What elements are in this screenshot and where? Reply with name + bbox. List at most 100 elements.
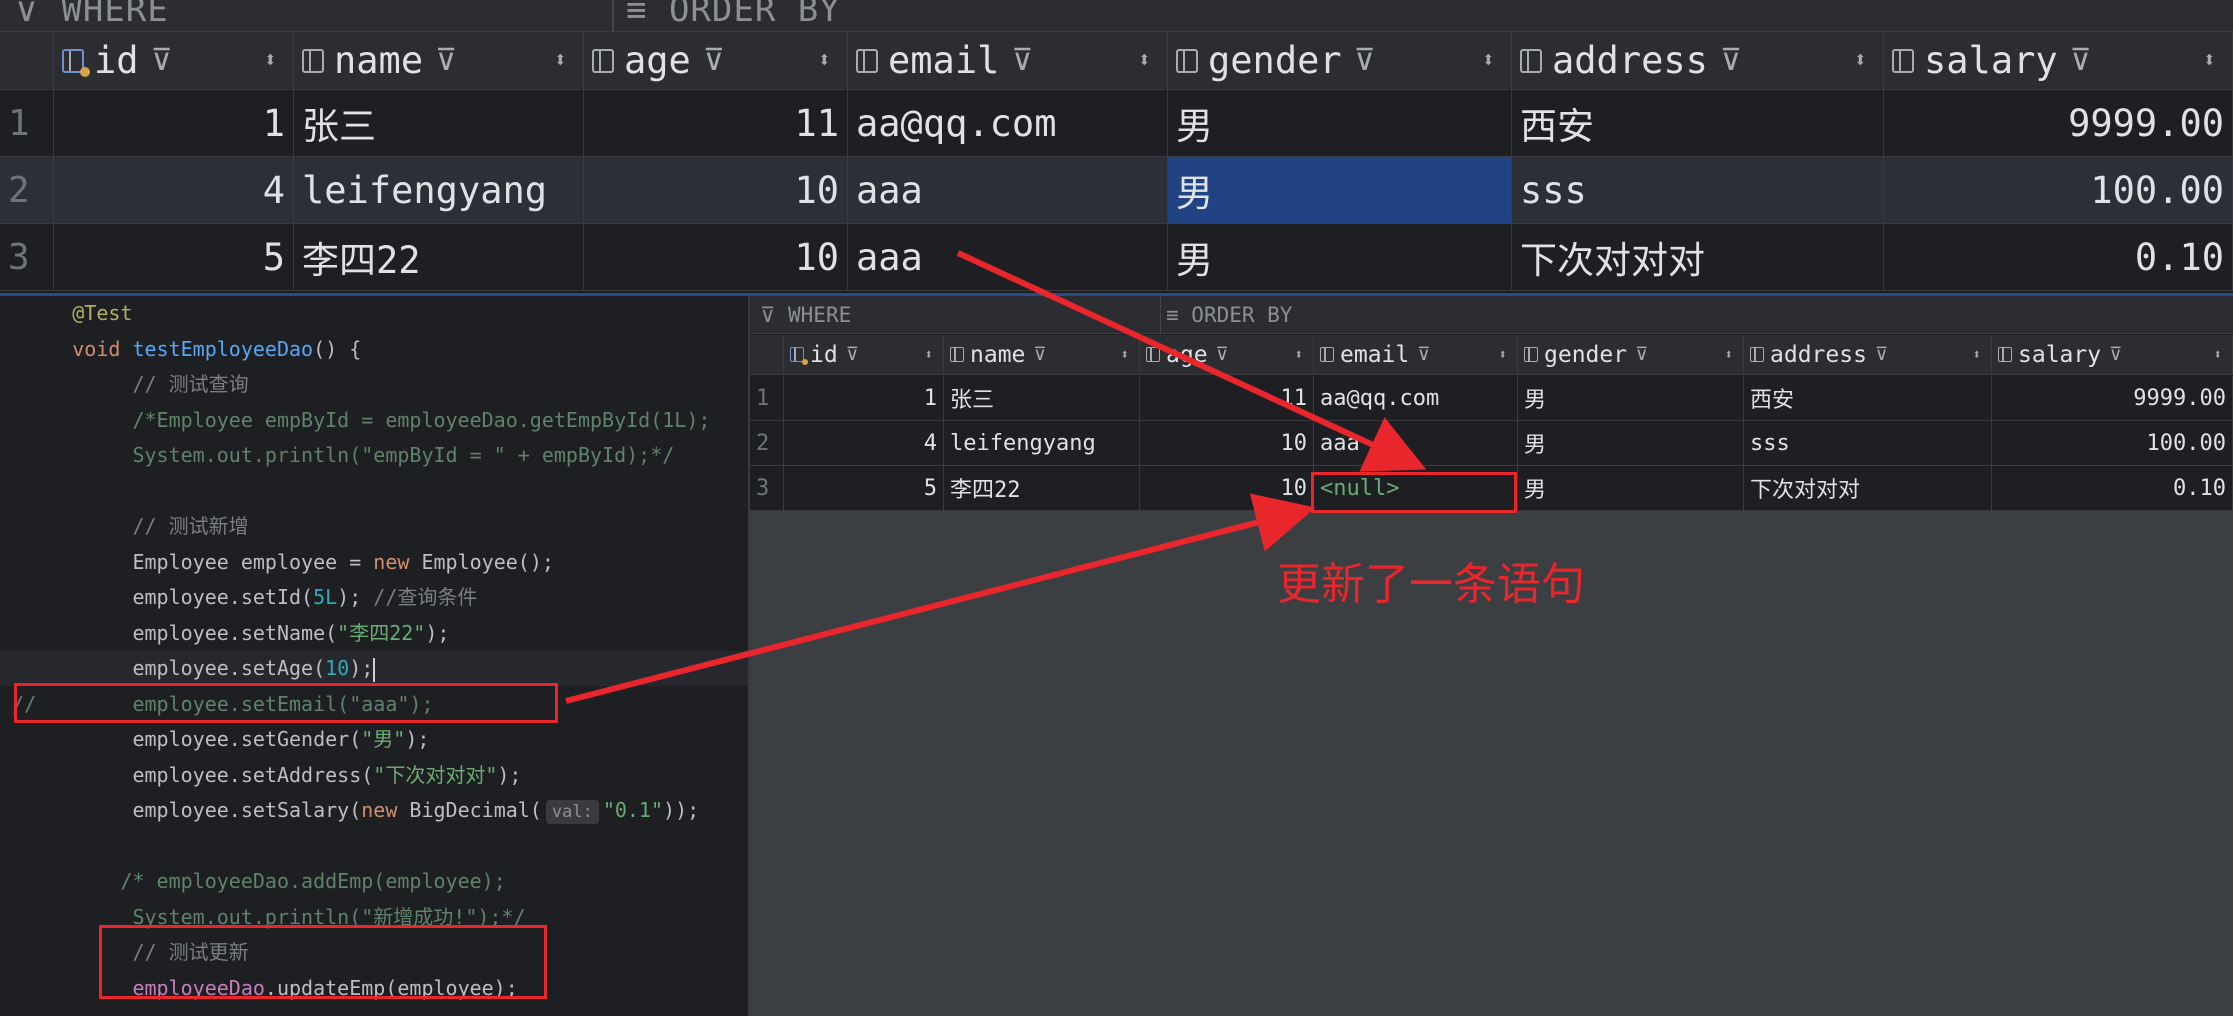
top-where-filter[interactable]: ⊽ WHERE bbox=[14, 0, 169, 30]
filter-icon[interactable]: ⊽ bbox=[1875, 344, 1888, 365]
col-header-gender[interactable]: gender ⊽ ⬍ bbox=[1518, 335, 1744, 374]
cell-gender[interactable]: 男 bbox=[1518, 421, 1744, 465]
code-line[interactable]: employee.setId(5L); //查询条件 bbox=[0, 580, 748, 615]
filter-icon[interactable]: ⊽ bbox=[846, 344, 859, 365]
cell-address[interactable]: 西安 bbox=[1512, 90, 1884, 156]
code-line[interactable]: Employee employee = new Employee(); bbox=[0, 545, 748, 580]
cell-salary[interactable]: 9999.00 bbox=[1992, 376, 2233, 420]
cell-email[interactable]: aa@qq.com bbox=[848, 90, 1168, 156]
code-line[interactable]: // 测试新增 bbox=[0, 509, 748, 544]
col-header-salary[interactable]: salary ⊽ ⬍ bbox=[1884, 32, 2233, 89]
cell-gender[interactable]: 男 bbox=[1168, 224, 1512, 290]
code-line[interactable]: /*Employee empById = employeeDao.getEmpB… bbox=[0, 403, 748, 438]
col-header-email[interactable]: email ⊽ ⬍ bbox=[1314, 335, 1518, 374]
cell-gender[interactable]: 男 bbox=[1518, 376, 1744, 420]
cell-email[interactable]: aaa bbox=[1314, 421, 1518, 465]
code-line[interactable]: void testEmployeeDao() { bbox=[0, 332, 748, 367]
col-header-address[interactable]: address ⊽ ⬍ bbox=[1512, 32, 1884, 89]
cell-address[interactable]: 下次对对对 bbox=[1512, 224, 1884, 290]
cell-email[interactable]: aaa bbox=[848, 224, 1168, 290]
cell-salary[interactable]: 100.00 bbox=[1992, 421, 2233, 465]
cell-salary[interactable]: 9999.00 bbox=[1884, 90, 2233, 156]
sort-arrows-icon[interactable]: ⬍ bbox=[1854, 48, 1867, 73]
cell-age[interactable]: 10 bbox=[1140, 421, 1314, 465]
filter-icon[interactable]: ⊽ bbox=[2070, 43, 2092, 78]
sort-arrows-icon[interactable]: ⬍ bbox=[925, 347, 933, 363]
filter-icon[interactable]: ⊽ bbox=[1635, 344, 1648, 365]
filter-icon[interactable]: ⊽ bbox=[1354, 43, 1376, 78]
filter-icon[interactable]: ⊽ bbox=[151, 43, 173, 78]
cell-name[interactable]: leifengyang bbox=[944, 421, 1140, 465]
col-header-id[interactable]: id ⊽ ⬍ bbox=[54, 32, 294, 89]
order-by-filter[interactable]: ≡ ORDER BY bbox=[1166, 303, 1292, 327]
sort-arrows-icon[interactable]: ⬍ bbox=[2214, 347, 2222, 363]
filter-icon[interactable]: ⊽ bbox=[435, 43, 457, 78]
filter-icon[interactable]: ⊽ bbox=[703, 43, 725, 78]
code-line[interactable]: employee.setSalary(new BigDecimal(val: "0… bbox=[0, 793, 748, 828]
code-line-current[interactable]: employee.setAge(10); bbox=[0, 651, 748, 686]
code-line[interactable]: /* employeeDao.addEmp(employee); bbox=[0, 864, 748, 899]
filter-icon[interactable]: ⊽ bbox=[1417, 344, 1430, 365]
table-row[interactable]: 2 4 leifengyang 10 aaa 男 sss 100.00 bbox=[750, 421, 2233, 466]
where-filter[interactable]: ⊽ WHERE bbox=[760, 303, 851, 327]
cell-name[interactable]: 张三 bbox=[294, 90, 584, 156]
cell-gender[interactable]: 男 bbox=[1518, 466, 1744, 510]
cell-id[interactable]: 4 bbox=[54, 157, 294, 223]
code-line[interactable]: employee.setGender("男"); bbox=[0, 722, 748, 757]
code-line[interactable]: // 测试查询 bbox=[0, 367, 748, 402]
sort-arrows-icon[interactable]: ⬍ bbox=[1499, 347, 1507, 363]
col-header-email[interactable]: email ⊽ ⬍ bbox=[848, 32, 1168, 89]
cell-salary[interactable]: 0.10 bbox=[1992, 466, 2233, 510]
code-editor[interactable]: @Test void testEmployeeDao() { // 测试查询 /… bbox=[0, 296, 748, 1016]
table-row[interactable]: 3 5 李四22 10 aaa 男 下次对对对 0.10 bbox=[0, 224, 2233, 291]
sort-arrows-icon[interactable]: ⬍ bbox=[554, 48, 567, 73]
cell-address[interactable]: sss bbox=[1744, 421, 1992, 465]
code-line[interactable]: System.out.println("empById = " + empByI… bbox=[0, 438, 748, 473]
cell-name[interactable]: leifengyang bbox=[294, 157, 584, 223]
col-header-name[interactable]: name ⊽ ⬍ bbox=[294, 32, 584, 89]
col-header-salary[interactable]: salary ⊽ ⬍ bbox=[1992, 335, 2233, 374]
top-order-by-filter[interactable]: ≡ ORDER BY bbox=[626, 0, 841, 30]
cell-name[interactable]: 张三 bbox=[944, 376, 1140, 420]
cell-age[interactable]: 10 bbox=[584, 224, 848, 290]
cell-salary[interactable]: 0.10 bbox=[1884, 224, 2233, 290]
cell-id[interactable]: 5 bbox=[784, 466, 944, 510]
cell-email[interactable]: aaa bbox=[848, 157, 1168, 223]
table-row[interactable]: 1 1 张三 11 aa@qq.com 男 西安 9999.00 bbox=[0, 90, 2233, 157]
cell-address[interactable]: 下次对对对 bbox=[1744, 466, 1992, 510]
cell-salary[interactable]: 100.00 bbox=[1884, 157, 2233, 223]
col-header-age[interactable]: age ⊽ ⬍ bbox=[584, 32, 848, 89]
col-header-age[interactable]: age ⊽ ⬍ bbox=[1140, 335, 1314, 374]
col-header-gender[interactable]: gender ⊽ ⬍ bbox=[1168, 32, 1512, 89]
cell-id[interactable]: 5 bbox=[54, 224, 294, 290]
cell-name[interactable]: 李四22 bbox=[944, 466, 1140, 510]
table-row[interactable]: 1 1 张三 11 aa@qq.com 男 西安 9999.00 bbox=[750, 376, 2233, 421]
col-header-name[interactable]: name ⊽ ⬍ bbox=[944, 335, 1140, 374]
sort-arrows-icon[interactable]: ⬍ bbox=[818, 48, 831, 73]
filter-icon[interactable]: ⊽ bbox=[1216, 344, 1229, 365]
code-line[interactable]: employee.setAddress("下次对对对"); bbox=[0, 758, 748, 793]
cell-gender[interactable]: 男 bbox=[1168, 90, 1512, 156]
sort-arrows-icon[interactable]: ⬍ bbox=[264, 48, 277, 73]
cell-email[interactable]: aa@qq.com bbox=[1314, 376, 1518, 420]
filter-icon[interactable]: ⊽ bbox=[2109, 344, 2122, 365]
sort-arrows-icon[interactable]: ⬍ bbox=[2203, 48, 2216, 73]
cell-age[interactable]: 11 bbox=[1140, 376, 1314, 420]
cell-address[interactable]: 西安 bbox=[1744, 376, 1992, 420]
cell-address[interactable]: sss bbox=[1512, 157, 1884, 223]
sort-arrows-icon[interactable]: ⬍ bbox=[1138, 48, 1151, 73]
filter-icon[interactable]: ⊽ bbox=[1033, 344, 1046, 365]
cell-id[interactable]: 4 bbox=[784, 421, 944, 465]
cell-age[interactable]: 11 bbox=[584, 90, 848, 156]
code-line[interactable]: @Test bbox=[0, 296, 748, 331]
sort-arrows-icon[interactable]: ⬍ bbox=[1295, 347, 1303, 363]
filter-icon[interactable]: ⊽ bbox=[1720, 43, 1742, 78]
sort-arrows-icon[interactable]: ⬍ bbox=[1973, 347, 1981, 363]
table-row-selected[interactable]: 2 4 leifengyang 10 aaa 男 sss 100.00 bbox=[0, 157, 2233, 224]
col-header-address[interactable]: address ⊽ ⬍ bbox=[1744, 335, 1992, 374]
sort-arrows-icon[interactable]: ⬍ bbox=[1482, 48, 1495, 73]
col-header-id[interactable]: id ⊽ ⬍ bbox=[784, 335, 944, 374]
cell-age[interactable]: 10 bbox=[1140, 466, 1314, 510]
sort-arrows-icon[interactable]: ⬍ bbox=[1725, 347, 1733, 363]
cell-id[interactable]: 1 bbox=[54, 90, 294, 156]
